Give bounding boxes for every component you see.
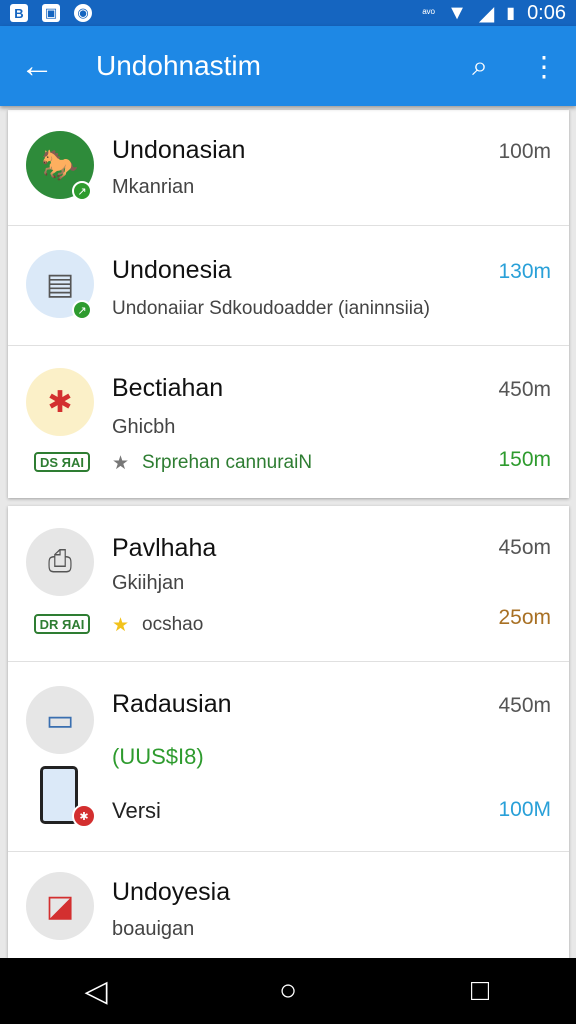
price-tag: DR ЯAI: [34, 614, 90, 634]
item-subtitle: Mkanrian: [112, 176, 195, 198]
more-options-icon[interactable]: ⋮: [512, 26, 576, 106]
cell-signal-icon: ◢: [478, 2, 495, 25]
item-extra-time: 25om: [498, 606, 551, 629]
page-title: Undohnastim: [96, 50, 261, 81]
item-name: Undonesia: [112, 256, 232, 284]
avatar-chart-icon: ◪: [26, 872, 94, 940]
star-icon: ★: [112, 453, 130, 474]
item-name: Undonasian: [112, 136, 246, 164]
item-time: 100m: [498, 140, 551, 163]
list-item[interactable]: ▭ Radausian 450m (UUS$I8) ✱ Versi 100M: [8, 662, 569, 852]
nav-recents-icon[interactable]: □: [440, 958, 520, 1024]
item-subtitle: Undonaiiar Sdkoudoadder (ianinnsiia): [112, 298, 430, 319]
item-subtitle: boauigan: [112, 918, 195, 940]
b-icon: B: [10, 4, 28, 22]
list-card-1: 🐎 ↗ Undonasian Mkanrian 100m ▤ ↗ Undones…: [8, 110, 569, 498]
status-bar: B ▣ ◉ ᵃᵛᵒ ▼ ◢ ▮ 0:06: [0, 0, 576, 26]
list-item[interactable]: 🐎 ↗ Undonasian Mkanrian 100m: [8, 110, 569, 226]
nav-back-icon[interactable]: ◁: [56, 958, 136, 1024]
status-right: ᵃᵛᵒ ▼ ◢ ▮ 0:06: [422, 1, 566, 26]
battery-icon: ▮: [506, 5, 516, 22]
alert-badge-icon: ✱: [72, 804, 96, 828]
item-time: 450m: [498, 694, 551, 717]
item-time: 130m: [498, 260, 551, 283]
star-icon: ★: [112, 615, 130, 636]
item-extra: ocshao: [142, 614, 204, 635]
item-time: 450m: [498, 378, 551, 401]
item-extra-time: 100M: [498, 798, 551, 821]
back-arrow-icon[interactable]: ←: [0, 26, 74, 106]
item-extra: Versi: [112, 798, 161, 823]
item-extra-time: 150m: [498, 448, 551, 471]
item-name: Undoyesia: [112, 878, 231, 906]
list-card-2: ⎙ Pavlhaha Gkiihjan 45om DR ЯAI ★ ocshao…: [8, 506, 569, 958]
item-subtitle: Gkiihjan: [112, 572, 185, 594]
list-item[interactable]: ▤ ↗ Undonesia Undonaiiar Sdkoudoadder (i…: [8, 226, 569, 346]
status-left: B ▣ ◉: [10, 4, 92, 22]
item-subtitle: Ghicbh: [112, 416, 176, 438]
status-badge-icon: ↗: [72, 300, 92, 320]
item-subtitle: (UUS$I8): [112, 744, 204, 769]
item-extra: Srprehan cannuraiN: [142, 452, 313, 473]
avatar-printer-icon: ⎙: [26, 528, 94, 596]
messenger-icon: ◉: [74, 4, 92, 22]
item-name: Pavlhaha: [112, 534, 217, 562]
app-bar: ← Undohnastim ⌕ ⋮: [0, 26, 576, 106]
search-icon[interactable]: ⌕: [448, 26, 512, 106]
nav-home-icon[interactable]: ○: [248, 958, 328, 1024]
avatar-cross-icon: ✱: [26, 368, 94, 436]
photo-icon: ▣: [42, 4, 60, 22]
wifi-icon: ▼: [447, 1, 467, 24]
item-name: Radausian: [112, 690, 232, 718]
clock: 0:06: [527, 1, 566, 24]
list-item[interactable]: ⎙ Pavlhaha Gkiihjan 45om DR ЯAI ★ ocshao…: [8, 506, 569, 662]
item-time: 45om: [498, 536, 551, 559]
price-tag: DS ЯAI: [34, 452, 90, 472]
system-nav-bar: ◁ ○ □: [0, 958, 576, 1024]
vibrate-icon: ᵃᵛᵒ: [422, 6, 436, 20]
list-item[interactable]: ✱ Bectiahan Ghicbh 450m DS ЯAI ★ Srpreha…: [8, 346, 569, 498]
item-name: Bectiahan: [112, 374, 224, 402]
avatar-window-icon: ▭: [26, 686, 94, 754]
list-item[interactable]: ◪ Undoyesia boauigan: [8, 852, 569, 958]
status-badge-icon: ↗: [72, 181, 92, 201]
